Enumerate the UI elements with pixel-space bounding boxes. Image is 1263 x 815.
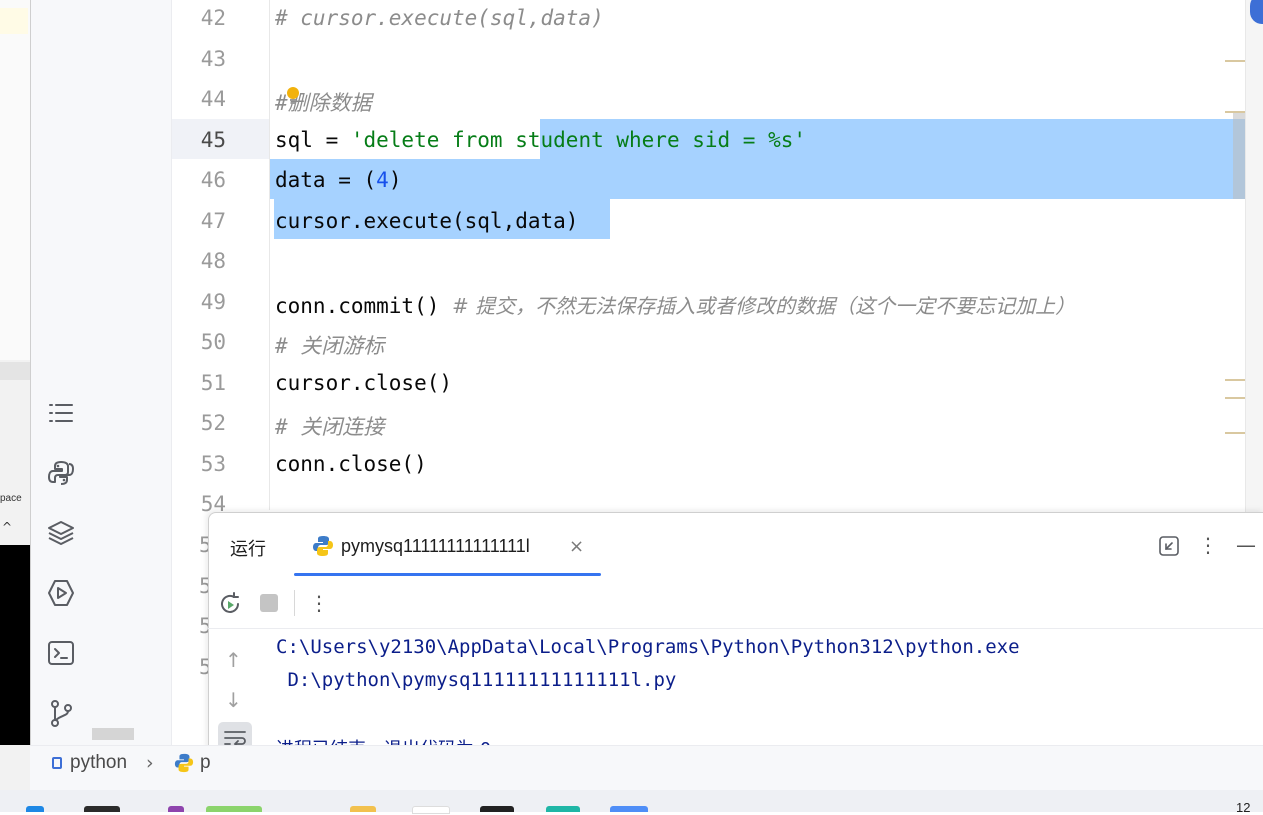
code-line: data = (4) [275,168,401,192]
active-tab-indicator [294,573,601,576]
breadcrumb-file[interactable]: p [200,752,211,774]
breadcrumb-project[interactable]: python [70,752,127,774]
code-editor[interactable] [270,0,1245,512]
code-line: # cursor.execute(sql,data) [275,6,604,30]
taskbar-app-icon[interactable] [546,806,580,812]
code-line: cursor.close() [275,371,453,395]
line-number: 43 [200,47,226,71]
lightbulb-icon[interactable] [286,86,300,106]
minimize-icon[interactable]: — [1236,533,1256,557]
toolbar-separator [294,590,295,616]
left-background-terminal [0,545,30,745]
taskbar-app-icon[interactable] [84,806,120,812]
code-token: ) [388,168,402,192]
restore-panel-icon[interactable] [1158,535,1180,557]
left-background-caret: ^ [2,520,13,534]
console-output-line: D:\python\pymysq11111111111111l.py [276,669,677,691]
scroll-marker [1225,397,1245,399]
string-literal-selected: student where sid = %s' [515,128,807,152]
code-token: sql = [275,128,351,152]
structure-icon[interactable] [46,398,76,428]
line-number: 48 [200,249,226,273]
scroll-marker [1225,111,1245,113]
more-options-icon[interactable]: ⋮ [309,591,329,615]
layers-icon[interactable] [46,518,76,548]
status-bar [30,745,1263,791]
code-line: # 关闭游标 [275,334,385,358]
number-literal: 4 [376,168,389,192]
python-file-icon [312,535,334,557]
editor-scrollbar-track[interactable] [1245,0,1263,512]
line-number: 45 [200,128,226,152]
left-background-top [0,0,30,360]
left-background-highlight [0,8,28,34]
console-output-line: C:\Users\y2130\AppData\Local\Programs\Py… [276,636,1020,658]
left-background-band [0,362,30,380]
taskbar-app-icon[interactable] [610,806,648,812]
run-tab-label: pymysq11111111111111l [341,536,530,556]
arrow-down-icon[interactable]: ↓ [225,688,242,712]
scroll-marker [1225,379,1245,381]
services-icon[interactable] [46,578,76,608]
tool-window-strip [31,0,91,745]
scroll-marker [1225,60,1245,62]
left-background-text: pace [0,493,22,504]
project-panel-scrollbar[interactable] [92,728,134,740]
line-number: 50 [200,330,226,354]
line-number: 51 [200,371,226,395]
chevron-right-icon: › [146,752,154,774]
code-token: data = ( [275,168,377,192]
line-number: 46 [200,168,226,192]
git-icon[interactable] [46,698,76,728]
taskbar-app-icon[interactable] [480,806,514,812]
taskbar-app-icon[interactable] [350,806,376,812]
arrow-up-icon[interactable]: ↑ [225,648,242,672]
editor-scrollbar-thumb[interactable] [1233,113,1245,199]
line-number: 53 [200,452,226,476]
code-line: sql = 'delete from student where sid = %… [275,128,806,152]
folder-icon [52,757,62,769]
line-number: 47 [200,209,226,233]
code-line: # 关闭连接 [275,415,385,439]
code-comment: # 提交，不然无法保存插入或者修改的数据（这个一定不要忘记加上） [452,294,1076,318]
more-options-icon[interactable]: ⋮ [1198,533,1218,557]
line-number: 49 [200,290,226,314]
rerun-icon[interactable] [218,592,242,616]
code-line: conn.close() [275,452,427,476]
close-icon[interactable]: × [569,536,584,557]
taskbar-app-icon[interactable] [168,806,184,812]
stop-icon[interactable] [260,594,278,612]
line-number: 52 [200,411,226,435]
taskbar-app-icon[interactable] [412,806,450,814]
code-token: conn.commit() [275,294,440,318]
python-file-icon [174,753,194,773]
code-line: cursor.execute(sql,data) [275,209,579,233]
string-literal: 'delete from [350,128,516,152]
taskbar-clock[interactable]: 12 [1236,800,1250,815]
python-console-icon[interactable] [46,458,76,488]
scroll-marker [1225,432,1245,434]
run-panel-title: 运行 [230,539,266,560]
run-panel-divider [208,628,1263,629]
line-number: 44 [200,87,226,111]
taskbar-app-icon[interactable] [26,806,44,812]
terminal-icon[interactable] [46,638,76,668]
line-number: 42 [200,6,226,30]
selection-highlight [270,159,1245,199]
project-panel [91,0,172,745]
code-line: conn.commit() # 提交，不然无法保存插入或者修改的数据（这个一定不… [275,290,1075,319]
taskbar-app-icon[interactable] [206,806,262,812]
